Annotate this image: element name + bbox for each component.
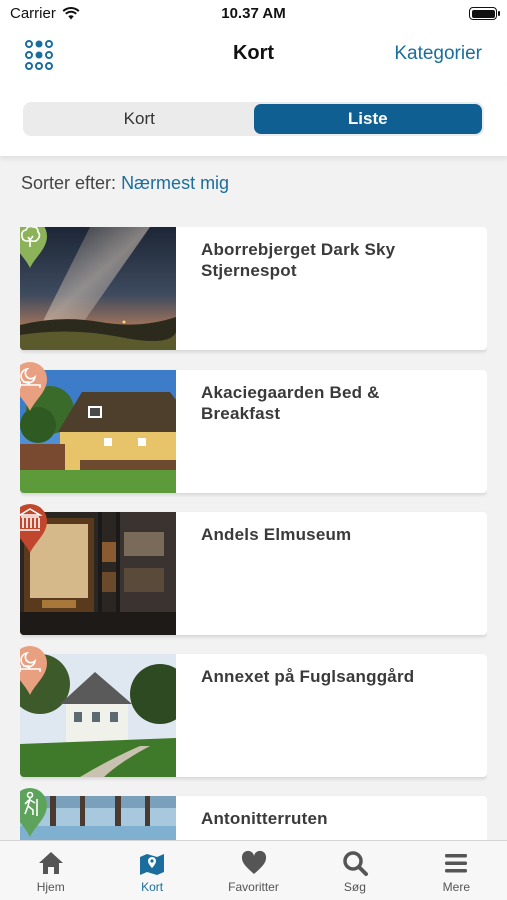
view-segmented-control: Kort Liste bbox=[23, 102, 484, 136]
sleep-moon-bed-icon bbox=[20, 362, 47, 411]
tab-label: Søg bbox=[343, 880, 366, 894]
hiking-person-icon bbox=[20, 788, 47, 837]
view-toggle-area: Kort Liste bbox=[0, 84, 507, 156]
categories-link[interactable]: Kategorier bbox=[394, 43, 482, 65]
places-list: Aborrebjerget Dark Sky Stjernespot Akaci… bbox=[20, 227, 487, 840]
list-item[interactable]: Akaciegaarden Bed & Breakfast bbox=[20, 362, 487, 493]
list-item[interactable]: Antonitterruten bbox=[20, 788, 487, 840]
home-icon bbox=[38, 852, 63, 874]
tab-label: Mere bbox=[442, 880, 470, 894]
tab-favorites[interactable]: Favoritter bbox=[203, 841, 304, 900]
heart-icon bbox=[241, 850, 266, 874]
item-title: Andels Elmuseum bbox=[201, 525, 352, 544]
tab-search[interactable]: Søg bbox=[304, 841, 405, 900]
sort-row: Sorter efter: Nærmest mig bbox=[21, 173, 229, 194]
nav-header: Kort Kategorier bbox=[0, 28, 507, 84]
nature-tree-icon bbox=[20, 227, 47, 268]
sort-dropdown[interactable]: Nærmest mig bbox=[121, 173, 229, 193]
map-icon bbox=[140, 854, 165, 875]
search-icon bbox=[343, 851, 368, 876]
segment-list[interactable]: Liste bbox=[253, 104, 482, 134]
item-title: Aborrebjerget Dark Sky Stjernespot bbox=[201, 240, 396, 280]
sleep-moon-bed-icon bbox=[20, 646, 47, 695]
tab-home[interactable]: Hjem bbox=[0, 841, 101, 900]
list-item[interactable]: Andels Elmuseum bbox=[20, 504, 487, 635]
list-item[interactable]: Aborrebjerget Dark Sky Stjernespot bbox=[20, 227, 487, 350]
tab-map[interactable]: Kort bbox=[101, 841, 202, 900]
segment-map[interactable]: Kort bbox=[25, 104, 254, 134]
tab-label: Favoritter bbox=[228, 880, 279, 894]
sort-label: Sorter efter: bbox=[21, 173, 117, 193]
status-time: 10.37 AM bbox=[221, 5, 286, 22]
status-bar: Carrier 10.37 AM bbox=[0, 0, 507, 28]
item-title: Antonitterruten bbox=[201, 809, 328, 828]
tab-bar: Hjem Kort Favoritter Søg Mere bbox=[0, 840, 507, 900]
tab-label: Kort bbox=[141, 880, 164, 894]
museum-building-icon bbox=[20, 504, 47, 553]
battery-icon bbox=[469, 7, 500, 20]
list-item[interactable]: Annexet på Fuglsanggård bbox=[20, 646, 487, 777]
tab-more[interactable]: Mere bbox=[406, 841, 507, 900]
item-title: Annexet på Fuglsanggård bbox=[201, 667, 415, 686]
tab-label: Hjem bbox=[36, 880, 65, 894]
item-title: Akaciegaarden Bed & Breakfast bbox=[201, 383, 380, 423]
menu-icon bbox=[445, 854, 468, 873]
